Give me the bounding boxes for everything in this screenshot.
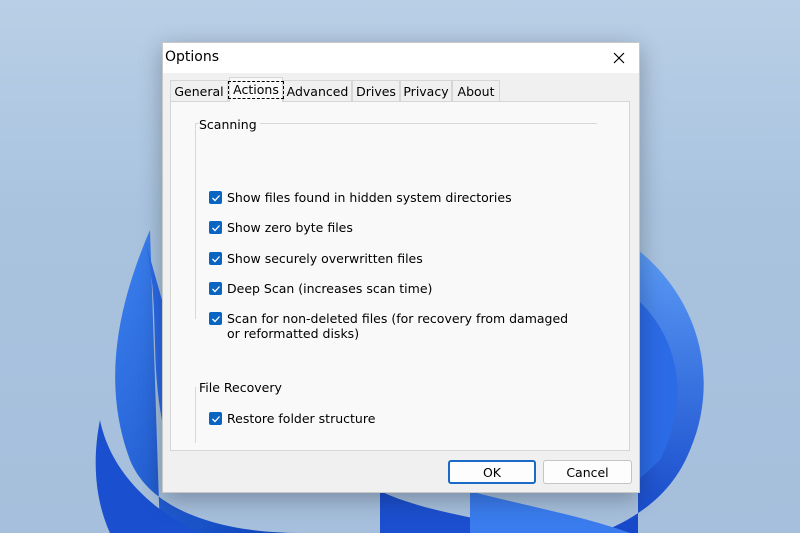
option-label: Restore folder structure: [227, 411, 376, 426]
option-label: Scan for non-deleted files (for recovery…: [227, 311, 569, 341]
option-label: Deep Scan (increases scan time): [227, 281, 433, 296]
tab-advanced[interactable]: Advanced: [283, 80, 352, 101]
option-hidden-system-dirs[interactable]: Show files found in hidden system direct…: [209, 190, 512, 205]
group-border: [195, 387, 196, 443]
checkmark-icon: [211, 285, 220, 292]
tab-general[interactable]: General: [170, 80, 228, 101]
option-non-deleted-files[interactable]: Scan for non-deleted files (for recovery…: [209, 311, 569, 341]
option-label: Show files found in hidden system direct…: [227, 190, 512, 205]
file-recovery-group-label: File Recovery: [199, 380, 285, 395]
tab-label: General: [174, 83, 224, 99]
tab-label: Privacy: [403, 83, 449, 99]
option-deep-scan[interactable]: Deep Scan (increases scan time): [209, 281, 432, 296]
cancel-button[interactable]: Cancel: [543, 460, 632, 484]
checkbox-checked[interactable]: [209, 412, 222, 425]
group-border: [195, 123, 196, 319]
ok-button[interactable]: OK: [448, 460, 536, 484]
option-label: Show zero byte files: [227, 220, 353, 235]
checkmark-icon: [211, 255, 220, 262]
checkbox-checked[interactable]: [209, 191, 222, 204]
checkmark-icon: [211, 194, 220, 201]
checkmark-icon: [211, 415, 220, 422]
checkmark-icon: [211, 224, 220, 231]
tab-actions[interactable]: Actions: [228, 77, 284, 102]
checkbox-checked[interactable]: [209, 252, 222, 265]
options-dialog: Options General Actions Advanced Drives …: [162, 42, 640, 493]
tab-drives[interactable]: Drives: [352, 80, 400, 101]
dialog-title: Options: [165, 49, 220, 65]
close-icon: [613, 52, 625, 64]
close-button[interactable]: [599, 43, 639, 73]
tab-label: Advanced: [286, 83, 349, 99]
tab-panel-actions: Scanning Show files found in hidden syst…: [170, 101, 630, 451]
option-zero-byte-files[interactable]: Show zero byte files: [209, 220, 353, 235]
option-securely-overwritten[interactable]: Show securely overwritten files: [209, 251, 423, 266]
title-bar: Options: [163, 43, 639, 73]
option-label: Show securely overwritten files: [227, 251, 423, 266]
scanning-group-label: Scanning: [199, 117, 260, 132]
option-restore-folder-structure[interactable]: Restore folder structure: [209, 411, 375, 426]
checkbox-checked[interactable]: [209, 312, 222, 325]
checkbox-checked[interactable]: [209, 282, 222, 295]
tab-privacy[interactable]: Privacy: [400, 80, 452, 101]
tab-label: About: [457, 83, 495, 99]
checkmark-icon: [211, 315, 220, 322]
tab-label: Actions: [228, 81, 284, 99]
checkbox-checked[interactable]: [209, 221, 222, 234]
tab-label: Drives: [356, 83, 396, 99]
tab-about[interactable]: About: [452, 80, 500, 101]
